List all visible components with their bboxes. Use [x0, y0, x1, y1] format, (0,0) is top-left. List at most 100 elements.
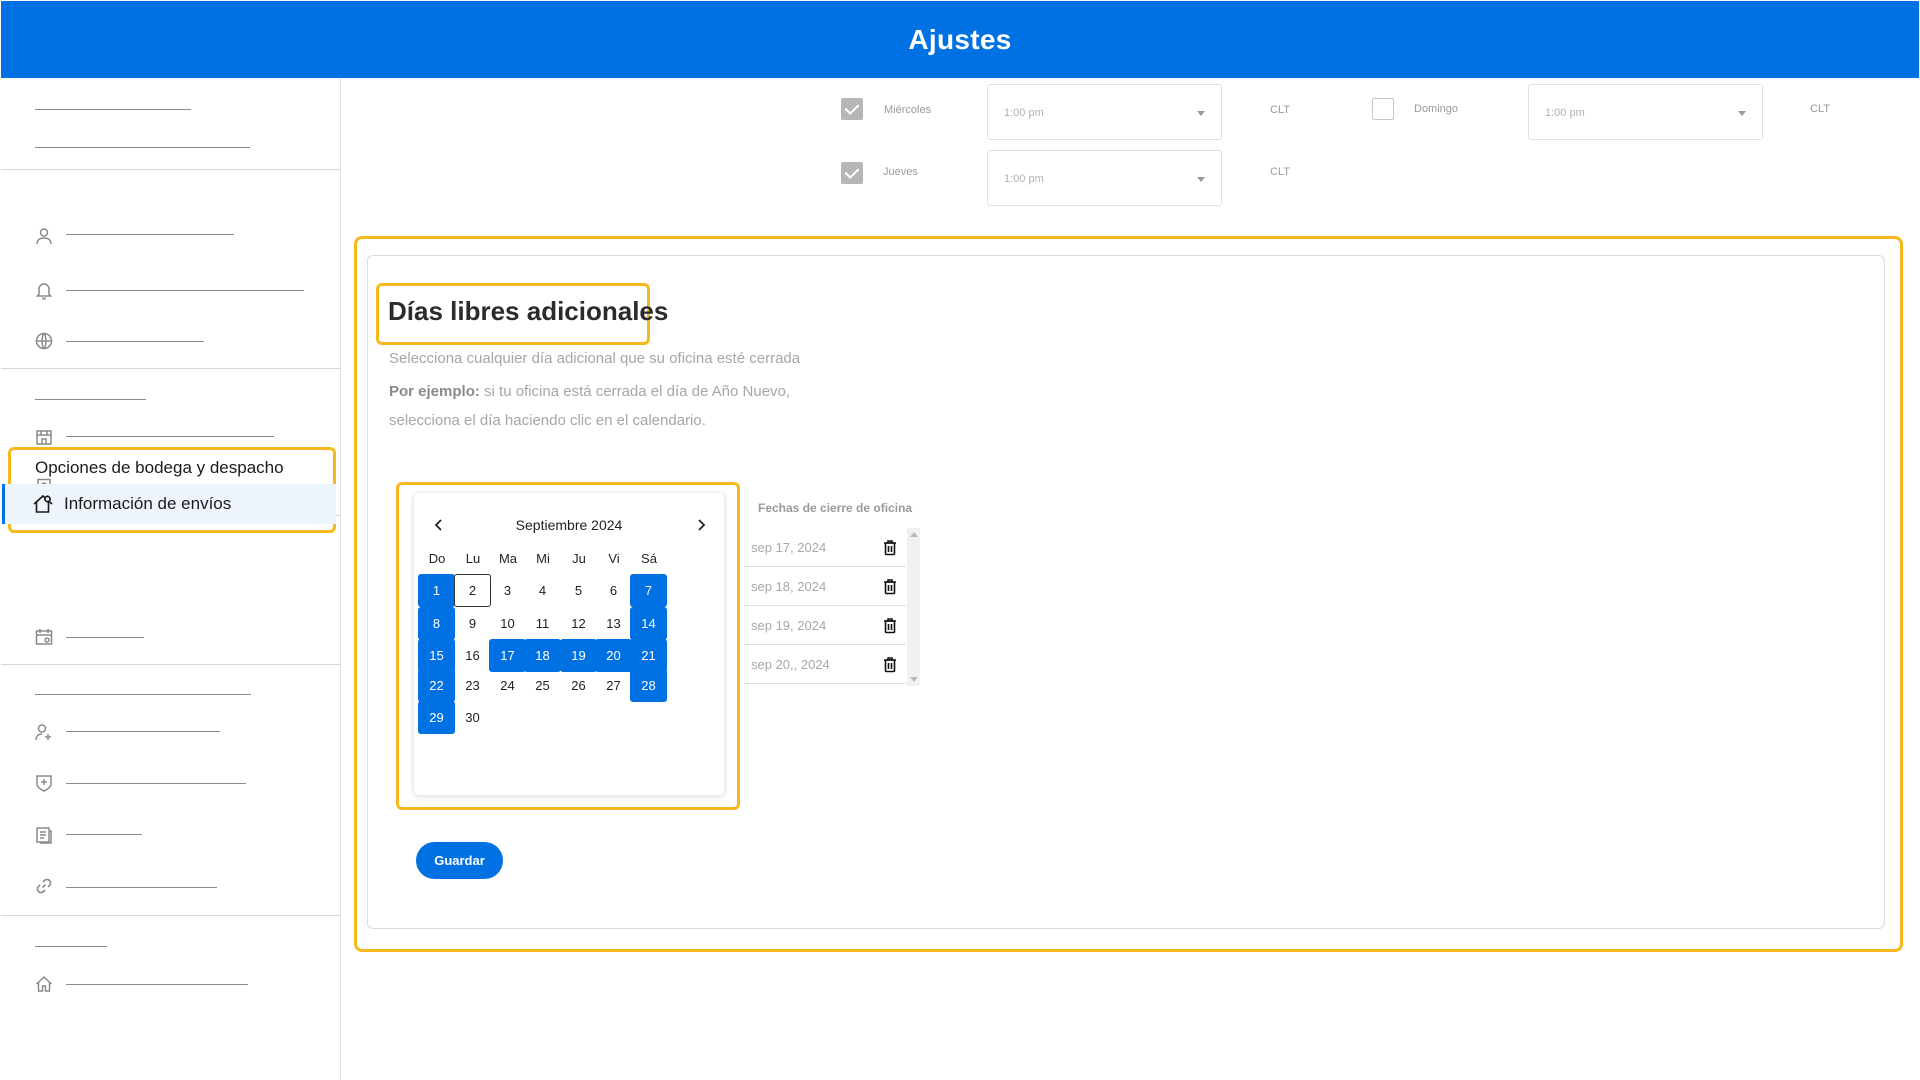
scroll-up-icon[interactable]	[910, 532, 918, 537]
sidebar-placeholder-line	[66, 341, 204, 342]
closure-date-row: sep 19, 2024	[744, 606, 906, 645]
home-settings-icon	[32, 493, 54, 515]
sidebar-divider	[1, 368, 340, 369]
calendar: Septiembre 2024 Do Lu Ma Mi Ju Vi Sá 1 2 3 4 5 6 7 8 9 1…	[414, 493, 724, 795]
calendar-day[interactable]: 13	[595, 607, 632, 640]
calendar-day[interactable]: 3	[489, 574, 526, 607]
calendar-day[interactable]: 17	[489, 639, 526, 672]
trash-icon[interactable]	[882, 656, 898, 673]
example-label: Por ejemplo:	[389, 383, 480, 400]
calendar-day[interactable]: 12	[560, 607, 597, 640]
sidebar-placeholder-line	[66, 436, 274, 437]
user-icon[interactable]	[33, 225, 55, 247]
timezone-label: CLT	[1270, 104, 1290, 116]
closure-dates-list: sep 17, 2024 sep 18, 2024 sep 19, 2024 sep …	[744, 528, 924, 686]
weekday-label: Mi	[536, 551, 550, 566]
calendar-day[interactable]: 4	[524, 574, 561, 607]
calendar-day[interactable]: 6	[595, 574, 632, 607]
trash-icon[interactable]	[882, 617, 898, 634]
select-value: 1:00 pm	[1545, 107, 1585, 119]
sidebar-item-label[interactable]: Información de envíos	[64, 494, 231, 514]
weekday-label: Do	[428, 551, 446, 566]
checkbox-domingo[interactable]	[1372, 98, 1394, 120]
calendar-day[interactable]: 21	[630, 639, 667, 672]
time-select-miercoles[interactable]: 1:00 pm	[987, 84, 1222, 140]
weekday-label: Ju	[572, 551, 586, 566]
day-label: Jueves	[883, 166, 918, 178]
sidebar-placeholder-line	[35, 147, 250, 148]
calendar-day[interactable]: 14	[630, 607, 667, 640]
weekday-label: Vi	[608, 551, 620, 566]
sidebar-placeholder-line	[35, 399, 146, 400]
calendar-day[interactable]: 10	[489, 607, 526, 640]
closure-date: sep 20,, 2024	[751, 657, 830, 672]
timezone-label: CLT	[1270, 166, 1290, 178]
section-description: Selecciona cualquier día adicional que s…	[389, 350, 801, 367]
calendar-day[interactable]: 9	[454, 607, 491, 640]
time-select-domingo[interactable]: 1:00 pm	[1528, 84, 1763, 140]
time-select-jueves[interactable]: 1:00 pm	[987, 150, 1222, 206]
page-title: Ajustes	[908, 23, 1012, 55]
example-text: si tu oficina está cerrada el día de Año…	[479, 383, 791, 400]
closure-date: sep 18, 2024	[751, 579, 827, 594]
calendar-day[interactable]: 27	[595, 669, 632, 702]
calendar-day[interactable]: 5	[560, 574, 597, 607]
closure-dates-header: Fechas de cierre de oficina	[758, 501, 913, 515]
calendar-day[interactable]: 25	[524, 669, 561, 702]
calendar-day[interactable]: 2	[454, 574, 491, 607]
weekday-label: Ma	[498, 551, 518, 566]
closure-date: sep 19, 2024	[751, 618, 827, 633]
calendar-day[interactable]: 22	[418, 669, 455, 702]
calendar-day[interactable]: 11	[524, 607, 561, 640]
calendar-day[interactable]: 26	[560, 669, 597, 702]
closure-date-row: sep 17, 2024	[744, 528, 906, 567]
sidebar-placeholder-line	[35, 109, 191, 110]
calendar-day[interactable]: 24	[489, 669, 526, 702]
section-example: Por ejemplo: si tu oficina está cerrada …	[389, 383, 790, 400]
store-icon[interactable]	[33, 426, 55, 448]
closure-date-row: sep 20,, 2024	[744, 645, 906, 684]
checkbox-miercoles[interactable]	[841, 98, 863, 120]
sidebar-divider	[1, 169, 340, 170]
calendar-day[interactable]: 29	[418, 701, 455, 734]
scroll-down-icon[interactable]	[910, 677, 918, 682]
calendar-day[interactable]: 28	[630, 669, 667, 702]
calendar-day[interactable]: 19	[560, 639, 597, 672]
trash-icon[interactable]	[882, 578, 898, 595]
closure-date: sep 17, 2024	[751, 540, 827, 555]
caret-down-icon	[1197, 111, 1205, 116]
select-value: 1:00 pm	[1004, 173, 1044, 185]
bell-icon[interactable]	[33, 279, 55, 301]
calendar-day[interactable]: 23	[454, 669, 491, 702]
globe-icon[interactable]	[33, 330, 55, 352]
sidebar-placeholder-line	[66, 290, 304, 291]
weekday-label: Sá	[641, 551, 657, 566]
timezone-label: CLT	[1810, 103, 1830, 115]
sidebar	[1, 78, 341, 1080]
calendar-day[interactable]: 20	[595, 639, 632, 672]
calendar-day[interactable]: 1	[418, 574, 455, 607]
sidebar-placeholder-line	[66, 234, 234, 235]
section-instruction: selecciona el día haciendo clic en el ca…	[389, 412, 706, 429]
caret-down-icon	[1738, 111, 1746, 116]
scrollbar[interactable]	[907, 528, 920, 686]
chevron-right-icon[interactable]	[691, 515, 711, 535]
calendar-day[interactable]: 18	[524, 639, 561, 672]
checkbox-jueves[interactable]	[841, 162, 863, 184]
closure-date-row: sep 18, 2024	[744, 567, 906, 606]
sidebar-section-label: Opciones de bodega y despacho	[35, 458, 284, 477]
trash-icon[interactable]	[882, 539, 898, 556]
calendar-day[interactable]: 8	[418, 607, 455, 640]
app-header: Ajustes	[1, 1, 1919, 78]
day-label: Domingo	[1414, 103, 1459, 115]
calendar-day[interactable]: 7	[630, 574, 667, 607]
calendar-day[interactable]: 30	[454, 701, 491, 734]
save-button[interactable]: Guardar	[416, 842, 503, 879]
day-label: Miércoles	[884, 104, 932, 116]
section-title: Días libres adicionales	[388, 296, 669, 326]
calendar-month: Septiembre 2024	[515, 517, 623, 533]
calendar-day[interactable]: 15	[418, 639, 455, 672]
caret-down-icon	[1197, 177, 1205, 182]
calendar-day[interactable]: 16	[454, 639, 491, 672]
weekday-label: Lu	[465, 551, 481, 566]
